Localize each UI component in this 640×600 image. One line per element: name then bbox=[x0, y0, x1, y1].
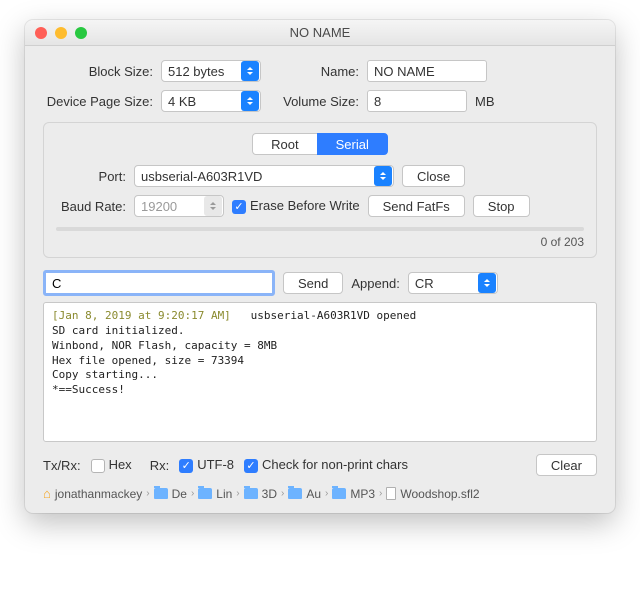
volume-size-label: Volume Size: bbox=[269, 94, 359, 109]
chevron-updown-icon bbox=[478, 273, 496, 293]
volume-size-unit: MB bbox=[475, 94, 495, 109]
folder-icon bbox=[288, 488, 302, 499]
page-size-select[interactable]: 4 KB bbox=[161, 90, 261, 112]
erase-label: Erase Before Write bbox=[250, 198, 360, 213]
chevron-updown-icon bbox=[374, 166, 392, 186]
utf8-label: UTF-8 bbox=[197, 457, 234, 472]
rx-label: Rx: bbox=[150, 458, 170, 473]
crumb-3[interactable]: 3D bbox=[262, 487, 277, 501]
chevron-updown-icon bbox=[204, 196, 222, 216]
page-size-value: 4 KB bbox=[168, 94, 196, 109]
serial-group: Root Serial Port: usbserial-A603R1VD Clo… bbox=[43, 122, 597, 258]
terminal-line6: *==Success! bbox=[52, 383, 125, 396]
hex-checkbox[interactable] bbox=[91, 459, 105, 473]
baud-select[interactable]: 19200 bbox=[134, 195, 224, 217]
block-size-select[interactable]: 512 bytes bbox=[161, 60, 261, 82]
nonprint-checkbox-wrap[interactable]: ✓ Check for non-print chars bbox=[244, 457, 408, 473]
append-label: Append: bbox=[351, 276, 399, 291]
baud-row: Baud Rate: 19200 ✓ Erase Before Write Sen… bbox=[56, 195, 584, 217]
folder-icon bbox=[332, 488, 346, 499]
folder-icon bbox=[154, 488, 168, 499]
port-value: usbserial-A603R1VD bbox=[141, 169, 262, 184]
window-controls bbox=[35, 27, 87, 39]
close-button[interactable]: Close bbox=[402, 165, 465, 187]
send-fatfs-button[interactable]: Send FatFs bbox=[368, 195, 465, 217]
tab-segment: Root Serial bbox=[56, 133, 584, 155]
command-input[interactable] bbox=[43, 270, 275, 296]
home-icon: ⌂ bbox=[43, 486, 51, 501]
progress-bar bbox=[56, 227, 584, 231]
file-icon bbox=[386, 487, 396, 500]
chevron-right-icon: › bbox=[146, 488, 149, 499]
port-row: Port: usbserial-A603R1VD Close bbox=[56, 165, 584, 187]
hex-checkbox-wrap[interactable]: Hex bbox=[91, 457, 132, 473]
append-select[interactable]: CR bbox=[408, 272, 498, 294]
breadcrumb: ⌂ jonathanmackey › De › Lin › 3D › Au › … bbox=[43, 486, 597, 501]
form-row-2: Device Page Size: 4 KB Volume Size: MB bbox=[43, 90, 597, 112]
baud-value: 19200 bbox=[141, 199, 177, 214]
block-size-value: 512 bytes bbox=[168, 64, 224, 79]
crumb-6[interactable]: Woodshop.sfl2 bbox=[400, 487, 479, 501]
crumb-5[interactable]: MP3 bbox=[350, 487, 375, 501]
tab-serial[interactable]: Serial bbox=[317, 133, 388, 155]
terminal-line2: SD card initialized. bbox=[52, 324, 184, 337]
command-row: Send Append: CR bbox=[43, 270, 597, 296]
form-row-1: Block Size: 512 bytes Name: bbox=[43, 60, 597, 82]
nonprint-checkbox[interactable]: ✓ bbox=[244, 459, 258, 473]
send-button[interactable]: Send bbox=[283, 272, 343, 294]
clear-button[interactable]: Clear bbox=[536, 454, 597, 476]
append-value: CR bbox=[415, 276, 434, 291]
window-title: NO NAME bbox=[25, 25, 615, 40]
utf8-checkbox[interactable]: ✓ bbox=[179, 459, 193, 473]
port-select[interactable]: usbserial-A603R1VD bbox=[134, 165, 394, 187]
minimize-window-icon[interactable] bbox=[55, 27, 67, 39]
terminal-line1: usbserial-A603R1VD opened bbox=[231, 309, 416, 322]
terminal-line3: Winbond, NOR Flash, capacity = 8MB bbox=[52, 339, 277, 352]
volume-size-input[interactable] bbox=[367, 90, 467, 112]
chevron-updown-icon bbox=[241, 91, 259, 111]
terminal-output: [Jan 8, 2019 at 9:20:17 AM] usbserial-A6… bbox=[43, 302, 597, 442]
page-size-label: Device Page Size: bbox=[43, 94, 153, 109]
nonprint-label: Check for non-print chars bbox=[262, 457, 408, 472]
erase-checkbox[interactable]: ✓ bbox=[232, 200, 246, 214]
bottom-row: Tx/Rx: Hex Rx: ✓ UTF-8 ✓ Check for non-pri… bbox=[43, 454, 597, 476]
titlebar: NO NAME bbox=[25, 20, 615, 46]
folder-icon bbox=[244, 488, 258, 499]
baud-label: Baud Rate: bbox=[56, 199, 126, 214]
crumb-1[interactable]: De bbox=[172, 487, 187, 501]
chevron-right-icon: › bbox=[379, 488, 382, 499]
chevron-right-icon: › bbox=[191, 488, 194, 499]
port-label: Port: bbox=[56, 169, 126, 184]
block-size-label: Block Size: bbox=[43, 64, 153, 79]
hex-label: Hex bbox=[109, 457, 132, 472]
utf8-checkbox-wrap[interactable]: ✓ UTF-8 bbox=[179, 457, 234, 473]
chevron-right-icon: › bbox=[281, 488, 284, 499]
stop-button[interactable]: Stop bbox=[473, 195, 530, 217]
erase-checkbox-wrap[interactable]: ✓ Erase Before Write bbox=[232, 198, 360, 214]
terminal-line4: Hex file opened, size = 73394 bbox=[52, 354, 244, 367]
chevron-right-icon: › bbox=[236, 488, 239, 499]
name-label: Name: bbox=[269, 64, 359, 79]
app-window: NO NAME Block Size: 512 bytes Name: Devi… bbox=[25, 20, 615, 513]
name-input[interactable] bbox=[367, 60, 487, 82]
close-window-icon[interactable] bbox=[35, 27, 47, 39]
window-body: Block Size: 512 bytes Name: Device Page … bbox=[25, 46, 615, 513]
tab-root[interactable]: Root bbox=[252, 133, 317, 155]
crumb-0[interactable]: jonathanmackey bbox=[55, 487, 142, 501]
progress-text: 0 of 203 bbox=[56, 235, 584, 249]
zoom-window-icon[interactable] bbox=[75, 27, 87, 39]
txrx-label: Tx/Rx: bbox=[43, 458, 81, 473]
crumb-4[interactable]: Au bbox=[306, 487, 321, 501]
chevron-updown-icon bbox=[241, 61, 259, 81]
crumb-2[interactable]: Lin bbox=[216, 487, 232, 501]
terminal-timestamp: [Jan 8, 2019 at 9:20:17 AM] bbox=[52, 309, 231, 322]
terminal-line5: Copy starting... bbox=[52, 368, 158, 381]
chevron-right-icon: › bbox=[325, 488, 328, 499]
folder-icon bbox=[198, 488, 212, 499]
